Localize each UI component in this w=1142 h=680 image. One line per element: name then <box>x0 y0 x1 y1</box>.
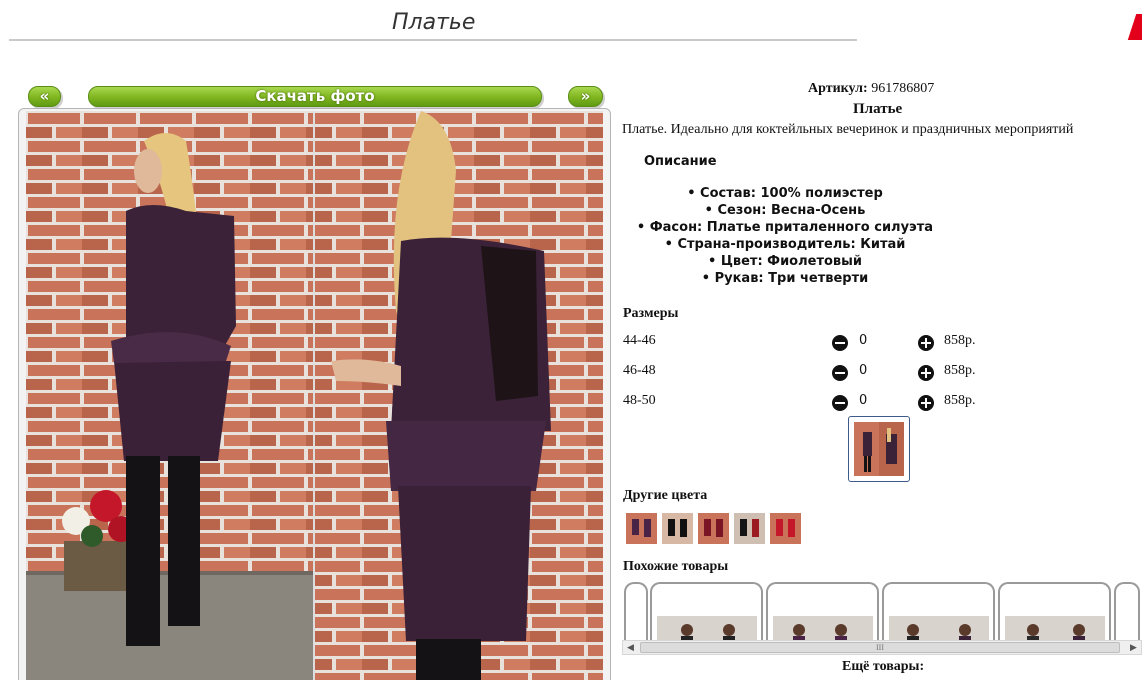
size-label: 48-50 <box>623 393 656 408</box>
selected-thumbnail[interactable] <box>848 416 910 482</box>
carousel-scrollbar[interactable]: ◀ III ▶ <box>622 640 1142 655</box>
minus-icon[interactable] <box>832 395 848 411</box>
page-title: Платье <box>392 10 476 35</box>
feature-item: Состав: 100% полиэстер <box>622 185 948 202</box>
description-heading: Описание <box>644 154 717 169</box>
feature-item: Цвет: Фиолетовый <box>622 253 948 270</box>
main-product-photo[interactable] <box>26 111 603 680</box>
size-price: 858р. <box>944 363 976 378</box>
minus-icon[interactable] <box>832 335 848 351</box>
feature-list: Состав: 100% полиэстер Сезон: Весна-Осен… <box>622 185 948 287</box>
plus-icon[interactable] <box>918 365 934 381</box>
product-name: Платье <box>853 101 903 117</box>
similar-heading: Похожие товары <box>623 559 729 574</box>
product-description: Платье. Идеально для коктейльных вечерин… <box>622 122 1074 137</box>
sizes-heading: Размеры <box>623 306 679 321</box>
download-photo-button[interactable]: Скачать фото <box>88 86 542 107</box>
color-swatch[interactable] <box>626 513 657 544</box>
prev-photo-button[interactable]: « <box>28 86 61 107</box>
scroll-thumb[interactable]: III <box>640 642 1120 653</box>
title-divider <box>9 39 857 41</box>
feature-item: Сезон: Весна-Осень <box>622 202 948 219</box>
thumbnail-image <box>854 422 904 476</box>
size-qty: 0 <box>859 333 868 348</box>
feature-item: Страна-производитель: Китай <box>622 236 948 253</box>
plus-icon[interactable] <box>918 335 934 351</box>
plus-icon[interactable] <box>918 395 934 411</box>
size-row: 46-48 0 858р. <box>623 363 1003 383</box>
article-label: Артикул: <box>808 81 868 96</box>
minus-icon[interactable] <box>832 365 848 381</box>
size-qty: 0 <box>859 363 868 378</box>
size-price: 858р. <box>944 393 976 408</box>
size-price: 858р. <box>944 333 976 348</box>
next-photo-button[interactable]: » <box>568 86 603 107</box>
other-colors-heading: Другие цвета <box>623 488 708 503</box>
color-swatch[interactable] <box>770 513 801 544</box>
feature-item: Фасон: Платье приталенного силуэта <box>622 219 948 236</box>
color-swatch[interactable] <box>734 513 765 544</box>
size-label: 44-46 <box>623 333 656 348</box>
size-qty: 0 <box>859 393 868 408</box>
corner-logo <box>1127 14 1142 40</box>
size-row: 48-50 0 858р. <box>623 393 1003 413</box>
color-swatch[interactable] <box>698 513 729 544</box>
scroll-right-arrow[interactable]: ▶ <box>1126 641 1141 654</box>
feature-item: Рукав: Три четверти <box>622 270 948 287</box>
size-label: 46-48 <box>623 363 656 378</box>
more-goods-heading: Ещё товары: <box>842 659 925 674</box>
size-row: 44-46 0 858р. <box>623 333 1003 353</box>
color-swatch[interactable] <box>662 513 693 544</box>
article-line: Артикул: 961786807 <box>808 81 934 97</box>
article-value: 961786807 <box>871 81 935 96</box>
scroll-left-arrow[interactable]: ◀ <box>623 641 638 654</box>
